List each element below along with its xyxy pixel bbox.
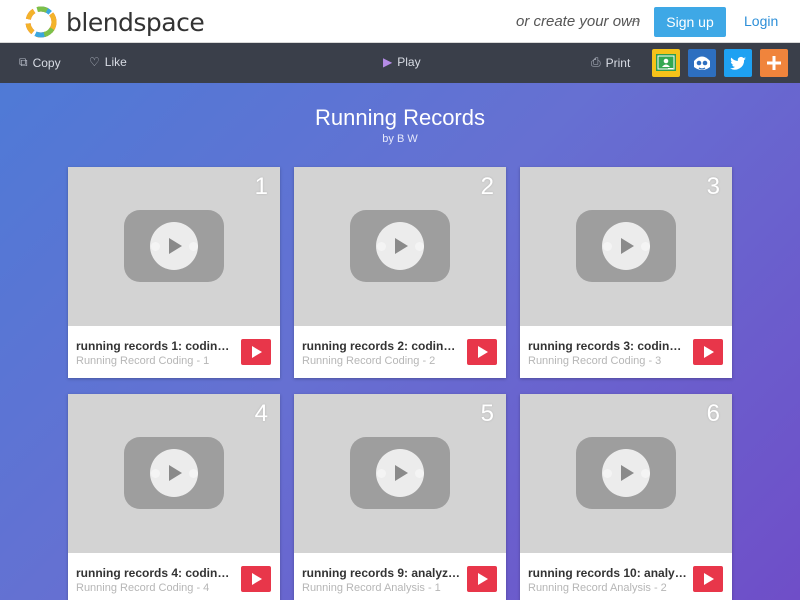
video-thumbnail[interactable]: 3 [520,167,732,326]
brand-name: blendspace [66,7,205,37]
card-subtitle: Running Record Analysis - 1 [302,582,441,594]
play-icon [621,238,634,254]
like-label: Like [104,55,127,69]
play-icon: ▶ [383,55,393,69]
card-number: 6 [706,400,720,427]
card-title: running records 1: coding a... [76,339,236,353]
play-icon [621,465,634,481]
printer-icon: ⎙ [591,55,601,69]
card-subtitle: Running Record Coding - 4 [76,582,210,594]
card-number: 1 [254,173,268,200]
more-share-button[interactable] [760,49,788,77]
card-title: running records 2: coding ... [302,339,462,353]
print-label: Print [605,55,631,70]
card-number: 4 [254,400,268,427]
card-title: running records 9: analyzin... [302,566,462,580]
play-icon [478,346,488,358]
lesson-card[interactable]: 3 running records 3: coding a... Running… [520,167,732,378]
top-header: blendspace or create your own → Sign up … [0,0,800,43]
lesson-toolbar: ⧉ Copy ♡ Like ▶ Play ⎙ Print [0,43,800,83]
card-play-button[interactable] [467,566,497,592]
card-play-button[interactable] [241,339,271,365]
play-icon [252,573,262,585]
lesson-card[interactable]: 1 running records 1: coding a... Running… [68,167,280,378]
lesson-card[interactable]: 2 running records 2: coding ... Running … [294,167,506,378]
lesson-author: by B W [382,133,418,145]
video-thumbnail[interactable]: 1 [68,167,280,326]
lesson-card[interactable]: 5 running records 9: analyzin... Running… [294,394,506,600]
remind-share-button[interactable] [688,49,716,77]
card-play-button[interactable] [241,566,271,592]
card-subtitle: Running Record Coding - 3 [528,355,662,367]
card-play-button[interactable] [467,339,497,365]
play-button[interactable]: ▶ Play [383,55,421,69]
copy-button[interactable]: ⧉ Copy [19,55,61,70]
play-icon [704,573,714,585]
remind-icon [694,56,710,70]
video-thumbnail[interactable]: 2 [294,167,506,326]
signup-button[interactable]: Sign up [654,7,726,37]
card-subtitle: Running Record Coding - 2 [302,355,436,367]
play-icon [704,346,714,358]
plus-icon [767,56,781,70]
play-label: Play [397,55,421,69]
google-classroom-icon [656,54,676,71]
create-your-own-link[interactable]: or create your own [516,13,640,30]
copy-label: Copy [32,55,61,70]
video-thumbnail[interactable]: 6 [520,394,732,553]
card-play-button[interactable] [693,339,723,365]
arrow-right-icon: → [627,11,643,28]
lesson-card[interactable]: 4 running records 4: coding r... Running… [68,394,280,600]
twitter-share-button[interactable] [724,49,752,77]
card-number: 2 [480,173,494,200]
video-thumbnail[interactable]: 5 [294,394,506,553]
print-button[interactable]: ⎙ Print [591,55,630,70]
card-title: running records 3: coding a... [528,339,688,353]
play-icon [169,238,182,254]
play-icon [395,465,408,481]
blendspace-logo-icon [25,6,57,38]
twitter-icon [730,56,746,70]
lesson-title: Running Records [315,105,485,130]
card-subtitle: Running Record Coding - 1 [76,355,210,367]
lesson-card[interactable]: 6 running records 10: analyzi... Running… [520,394,732,600]
card-title: running records 10: analyzi... [528,566,688,580]
card-play-button[interactable] [693,566,723,592]
play-icon [169,465,182,481]
card-subtitle: Running Record Analysis - 2 [528,582,667,594]
lesson-content: Running Records by B W 1 running records… [0,83,800,600]
video-thumbnail[interactable]: 4 [68,394,280,553]
card-number: 3 [706,173,720,200]
play-icon [252,346,262,358]
card-title: running records 4: coding r... [76,566,236,580]
login-link[interactable]: Login [744,13,778,29]
heart-icon: ♡ [89,55,100,69]
like-button[interactable]: ♡ Like [89,55,127,69]
blendspace-logo[interactable]: blendspace [24,5,205,39]
play-icon [478,573,488,585]
google-classroom-share-button[interactable] [652,49,680,77]
card-number: 5 [480,400,494,427]
play-icon [395,238,408,254]
copy-icon: ⧉ [19,55,28,69]
